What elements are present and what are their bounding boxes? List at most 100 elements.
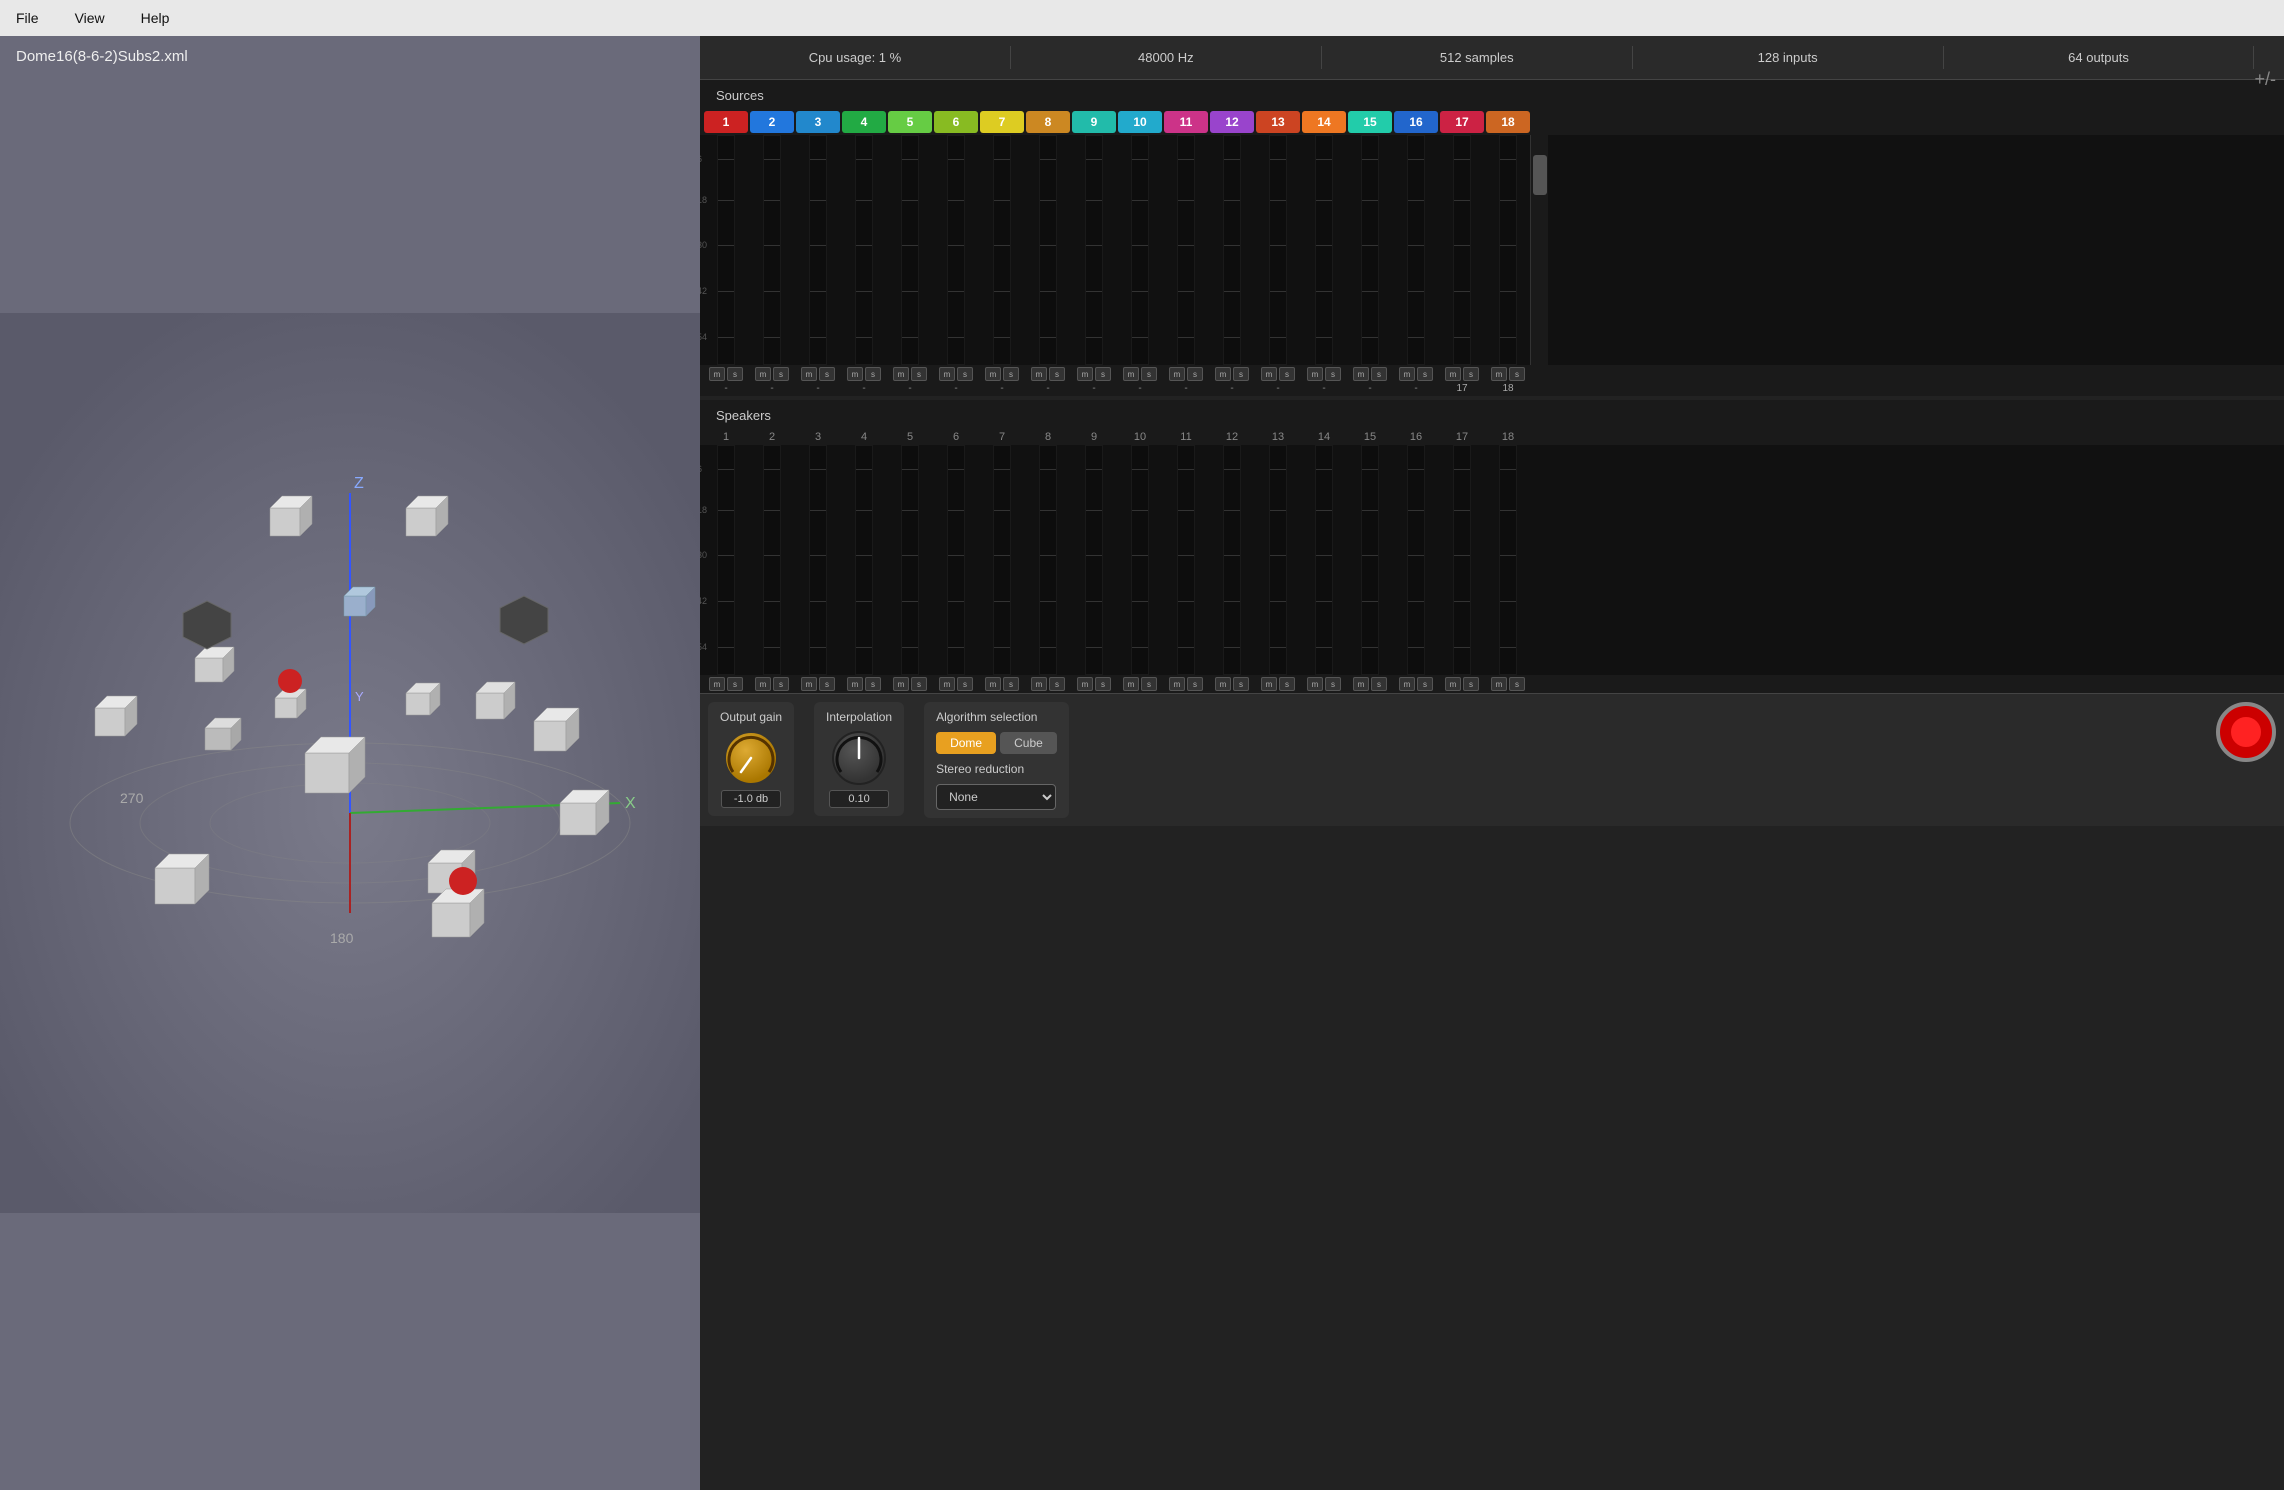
source-m-btn-17[interactable]: m [1445,367,1461,381]
speaker-m-btn-11[interactable]: m [1169,677,1185,691]
3d-scene[interactable]: Z X Y 270 180 90 [0,36,700,1490]
cube-12[interactable] [432,889,484,937]
cube-4[interactable] [195,647,234,682]
speaker-s-btn-1[interactable]: s [727,677,743,691]
speaker-s-btn-12[interactable]: s [1233,677,1249,691]
source-s-btn-7[interactable]: s [1003,367,1019,381]
source-m-btn-7[interactable]: m [985,367,1001,381]
speaker-s-btn-17[interactable]: s [1463,677,1479,691]
source-s-btn-11[interactable]: s [1187,367,1203,381]
cube-6[interactable] [275,689,306,718]
source-m-btn-14[interactable]: m [1307,367,1323,381]
cube-1[interactable] [270,496,312,536]
menu-help[interactable]: Help [133,6,178,30]
speaker-s-btn-9[interactable]: s [1095,677,1111,691]
algo-dome-button[interactable]: Dome [936,732,996,754]
speaker-s-btn-15[interactable]: s [1371,677,1387,691]
source-s-btn-17[interactable]: s [1463,367,1479,381]
source-m-btn-13[interactable]: m [1261,367,1277,381]
source-s-btn-13[interactable]: s [1279,367,1295,381]
speaker-s-btn-14[interactable]: s [1325,677,1341,691]
speaker-s-btn-10[interactable]: s [1141,677,1157,691]
source-m-btn-9[interactable]: m [1077,367,1093,381]
source-s-btn-4[interactable]: s [865,367,881,381]
source-s-btn-10[interactable]: s [1141,367,1157,381]
speaker-m-btn-6[interactable]: m [939,677,955,691]
speaker-m-btn-7[interactable]: m [985,677,1001,691]
cube-small-center[interactable] [344,587,375,616]
speaker-s-btn-13[interactable]: s [1279,677,1295,691]
menu-file[interactable]: File [8,6,47,30]
source-s-btn-15[interactable]: s [1371,367,1387,381]
speaker-m-btn-14[interactable]: m [1307,677,1323,691]
source-s-btn-2[interactable]: s [773,367,789,381]
output-gain-knob[interactable] [723,730,779,786]
source-dot-2[interactable] [449,867,477,895]
source-s-btn-3[interactable]: s [819,367,835,381]
speaker-m-btn-15[interactable]: m [1353,677,1369,691]
speaker-m-btn-5[interactable]: m [893,677,909,691]
algo-cube-button[interactable]: Cube [1000,732,1057,754]
source-s-btn-12[interactable]: s [1233,367,1249,381]
menu-view[interactable]: View [67,6,113,30]
cube-7[interactable] [406,683,440,715]
source-m-btn-11[interactable]: m [1169,367,1185,381]
speaker-s-btn-8[interactable]: s [1049,677,1065,691]
speaker-m-btn-16[interactable]: m [1399,677,1415,691]
pm-button[interactable]: +/- [2254,69,2276,90]
cube-center[interactable] [305,737,365,793]
source-s-btn-5[interactable]: s [911,367,927,381]
record-button[interactable] [2216,702,2276,762]
source-m-btn-15[interactable]: m [1353,367,1369,381]
speaker-s-btn-2[interactable]: s [773,677,789,691]
speaker-m-btn-2[interactable]: m [755,677,771,691]
source-s-btn-6[interactable]: s [957,367,973,381]
speaker-m-btn-4[interactable]: m [847,677,863,691]
speaker-m-btn-17[interactable]: m [1445,677,1461,691]
source-s-btn-14[interactable]: s [1325,367,1341,381]
cube-5[interactable] [205,718,241,750]
speaker-m-btn-3[interactable]: m [801,677,817,691]
speaker-m-btn-1[interactable]: m [709,677,725,691]
speaker-m-btn-13[interactable]: m [1261,677,1277,691]
speaker-s-btn-3[interactable]: s [819,677,835,691]
source-m-btn-6[interactable]: m [939,367,955,381]
source-m-btn-4[interactable]: m [847,367,863,381]
source-m-btn-5[interactable]: m [893,367,909,381]
cube-2[interactable] [406,496,448,536]
interpolation-knob[interactable] [831,730,887,786]
source-m-btn-18[interactable]: m [1491,367,1507,381]
cube-10[interactable] [155,854,209,904]
source-m-btn-8[interactable]: m [1031,367,1047,381]
speaker-s-btn-7[interactable]: s [1003,677,1019,691]
speaker-m-btn-18[interactable]: m [1491,677,1507,691]
source-m-btn-1[interactable]: m [709,367,725,381]
cube-13[interactable] [560,790,609,835]
source-m-btn-10[interactable]: m [1123,367,1139,381]
stereo-select[interactable]: None Low Medium High [936,784,1056,810]
source-m-btn-12[interactable]: m [1215,367,1231,381]
speaker-m-btn-9[interactable]: m [1077,677,1093,691]
speaker-m-btn-8[interactable]: m [1031,677,1047,691]
source-m-btn-16[interactable]: m [1399,367,1415,381]
cube-3[interactable] [95,696,137,736]
speaker-s-btn-18[interactable]: s [1509,677,1525,691]
source-m-btn-2[interactable]: m [755,367,771,381]
cube-9[interactable] [534,708,579,751]
source-s-btn-16[interactable]: s [1417,367,1433,381]
speaker-m-btn-12[interactable]: m [1215,677,1231,691]
source-s-btn-18[interactable]: s [1509,367,1525,381]
source-scrollbar[interactable] [1530,135,1548,365]
speaker-s-btn-16[interactable]: s [1417,677,1433,691]
speaker-s-btn-5[interactable]: s [911,677,927,691]
speaker-s-btn-6[interactable]: s [957,677,973,691]
speaker-s-btn-4[interactable]: s [865,677,881,691]
source-s-btn-9[interactable]: s [1095,367,1111,381]
source-m-btn-3[interactable]: m [801,367,817,381]
source-dot-1[interactable] [278,669,302,693]
speaker-m-btn-10[interactable]: m [1123,677,1139,691]
cube-8[interactable] [476,682,515,719]
speaker-s-btn-11[interactable]: s [1187,677,1203,691]
source-s-btn-8[interactable]: s [1049,367,1065,381]
source-s-btn-1[interactable]: s [727,367,743,381]
